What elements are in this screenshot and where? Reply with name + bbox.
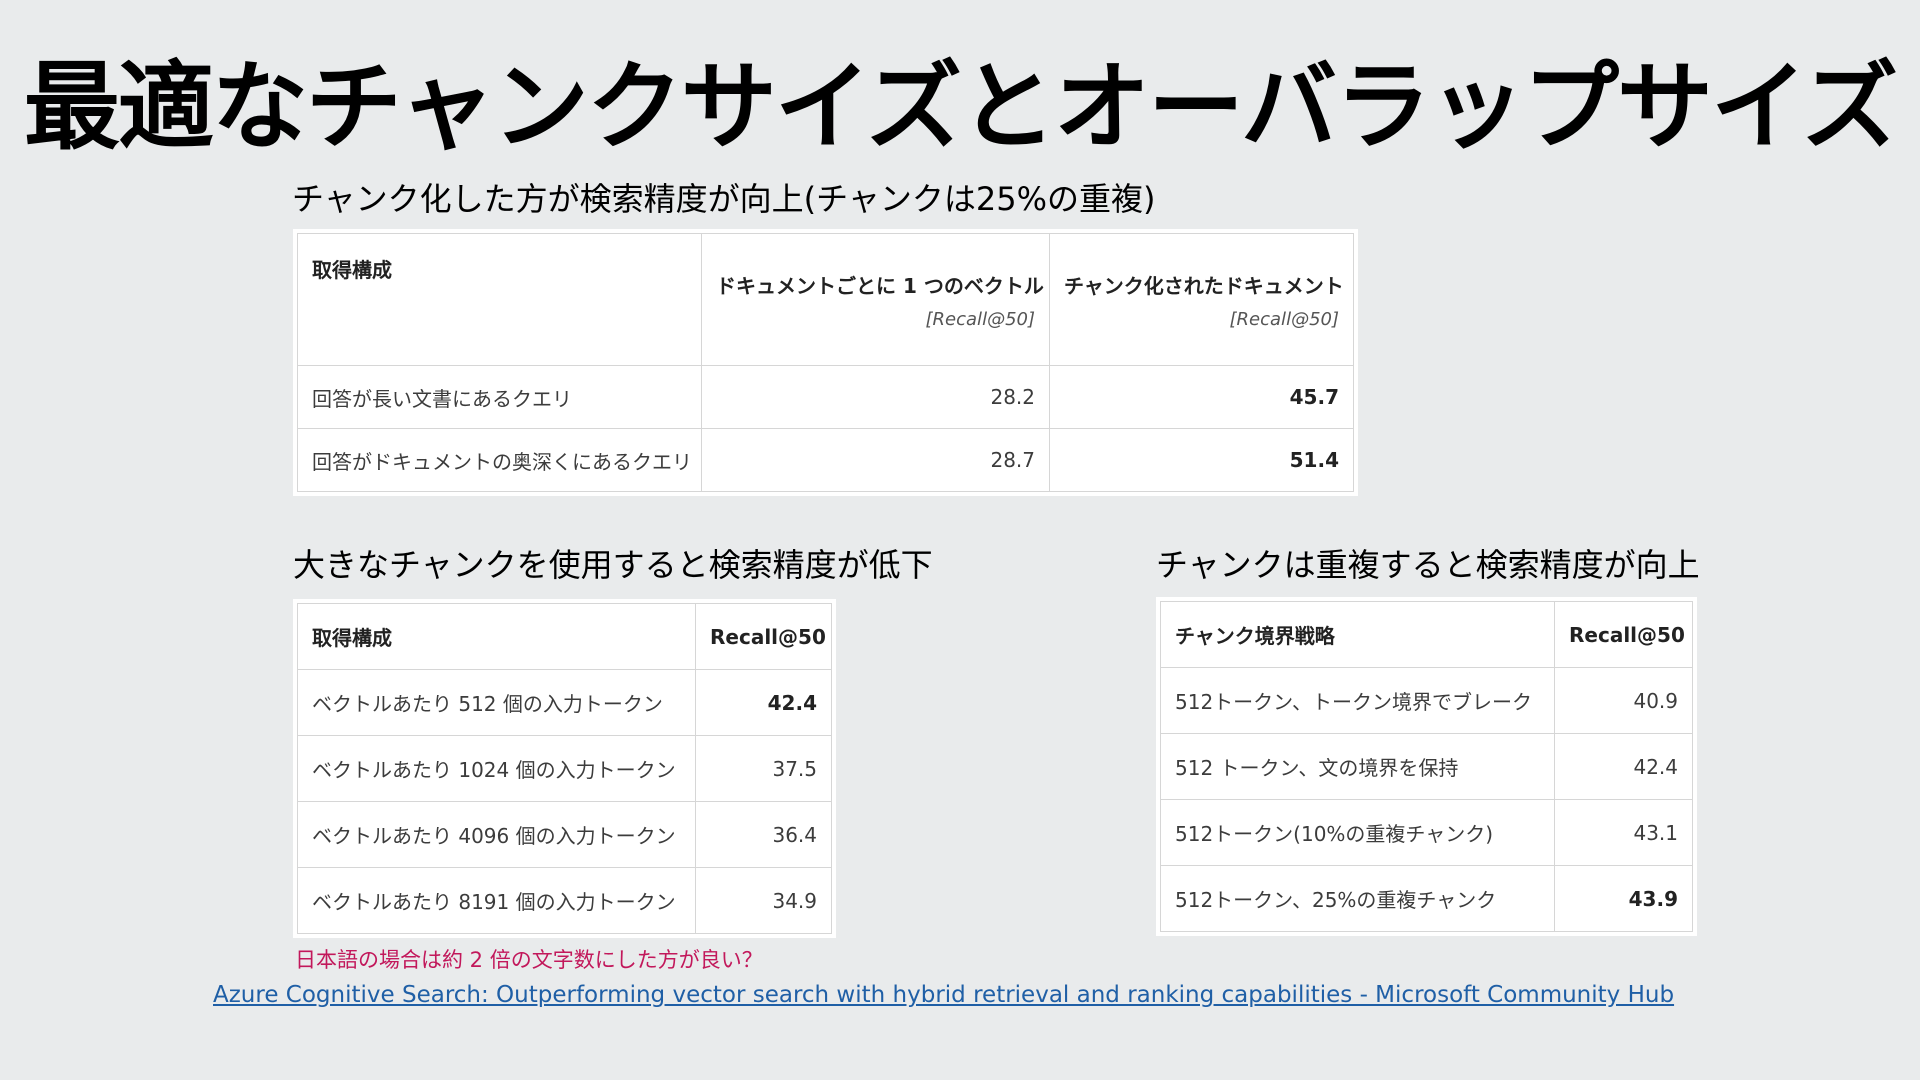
slide-title: 最適なチャンクサイズとオーバラップサイズ <box>23 51 1898 163</box>
recall-value: 34.9 <box>695 867 832 934</box>
overlap-table-container: チャンク境界戦略 Recall@50 512トークン、トークン境界でブレーク 4… <box>1156 597 1697 936</box>
recall-value: 43.1 <box>1554 799 1693 866</box>
recall-header: Recall@50 <box>1554 601 1693 668</box>
chunked-doc-header-label: チャンク化されたドキュメント <box>1064 273 1344 298</box>
chunk-size-table-container: 取得構成 Recall@50 ベクトルあたり 512 個の入力トークン 42.4… <box>293 599 836 938</box>
recall-value: 43.9 <box>1554 865 1693 932</box>
row-label: ベクトルあたり 8191 個の入力トークン <box>297 867 696 934</box>
table-row: 512トークン(10%の重複チャンク) 43.1 <box>1160 799 1693 866</box>
row-label: 回答が長い文書にあるクエリ <box>297 365 702 429</box>
overlap-table: チャンク境界戦略 Recall@50 512トークン、トークン境界でブレーク 4… <box>1160 601 1693 932</box>
chunked-value: 45.7 <box>1049 365 1354 429</box>
chunked-doc-header: チャンク化されたドキュメント [Recall@50] <box>1049 233 1354 366</box>
chunking-table-container: 取得構成 ドキュメントごとに 1 つのベクトル [Recall@50] チャンク… <box>293 229 1358 496</box>
table-row: ベクトルあたり 8191 個の入力トークン 34.9 <box>297 867 832 934</box>
recall-value: 40.9 <box>1554 667 1693 734</box>
section3-heading: チャンクは重複すると検索精度が向上 <box>1156 546 1700 584</box>
single-vector-value: 28.2 <box>701 365 1050 429</box>
table-row: 512トークン、25%の重複チャンク 43.9 <box>1160 865 1693 932</box>
recall-value: 36.4 <box>695 801 832 868</box>
row-label: ベクトルあたり 1024 個の入力トークン <box>297 735 696 802</box>
recall-header: Recall@50 <box>695 603 832 670</box>
recall-value: 42.4 <box>695 669 832 736</box>
config-header: 取得構成 <box>297 603 696 670</box>
section2-heading: 大きなチャンクを使用すると検索精度が低下 <box>293 546 933 584</box>
row-label: ベクトルあたり 4096 個の入力トークン <box>297 801 696 868</box>
chunking-table: 取得構成 ドキュメントごとに 1 つのベクトル [Recall@50] チャンク… <box>297 233 1354 492</box>
japanese-note: 日本語の場合は約 2 倍の文字数にした方が良い？ <box>295 948 763 972</box>
single-vector-header: ドキュメントごとに 1 つのベクトル [Recall@50] <box>701 233 1050 366</box>
strategy-header: チャンク境界戦略 <box>1160 601 1555 668</box>
table-row: 回答が長い文書にあるクエリ 28.2 45.7 <box>297 365 1354 429</box>
table-row: ベクトルあたり 1024 個の入力トークン 37.5 <box>297 735 832 802</box>
row-label: 512トークン(10%の重複チャンク) <box>1160 799 1555 866</box>
chunked-doc-header-metric: [Recall@50] <box>1229 308 1339 330</box>
row-label: 512 トークン、文の境界を保持 <box>1160 733 1555 800</box>
chunk-size-table: 取得構成 Recall@50 ベクトルあたり 512 個の入力トークン 42.4… <box>297 603 832 934</box>
row-label: 回答がドキュメントの奥深くにあるクエリ <box>297 428 702 492</box>
chunked-value: 51.4 <box>1049 428 1354 492</box>
row-label: 512トークン、25%の重複チャンク <box>1160 865 1555 932</box>
table-row: 回答がドキュメントの奥深くにあるクエリ 28.7 51.4 <box>297 428 1354 492</box>
section1-heading: チャンク化した方が検索精度が向上(チャンクは25%の重複) <box>292 180 1156 218</box>
recall-value: 42.4 <box>1554 733 1693 800</box>
table-row: 512トークン、トークン境界でブレーク 40.9 <box>1160 667 1693 734</box>
source-link[interactable]: Azure Cognitive Search: Outperforming ve… <box>213 982 1674 1008</box>
table-row: 512 トークン、文の境界を保持 42.4 <box>1160 733 1693 800</box>
single-vector-header-label: ドキュメントごとに 1 つのベクトル <box>716 273 1044 298</box>
single-vector-header-metric: [Recall@50] <box>925 308 1035 330</box>
config-header: 取得構成 <box>297 233 702 366</box>
table-row: ベクトルあたり 4096 個の入力トークン 36.4 <box>297 801 832 868</box>
table-row: ベクトルあたり 512 個の入力トークン 42.4 <box>297 669 832 736</box>
recall-value: 37.5 <box>695 735 832 802</box>
row-label: ベクトルあたり 512 個の入力トークン <box>297 669 696 736</box>
single-vector-value: 28.7 <box>701 428 1050 492</box>
row-label: 512トークン、トークン境界でブレーク <box>1160 667 1555 734</box>
